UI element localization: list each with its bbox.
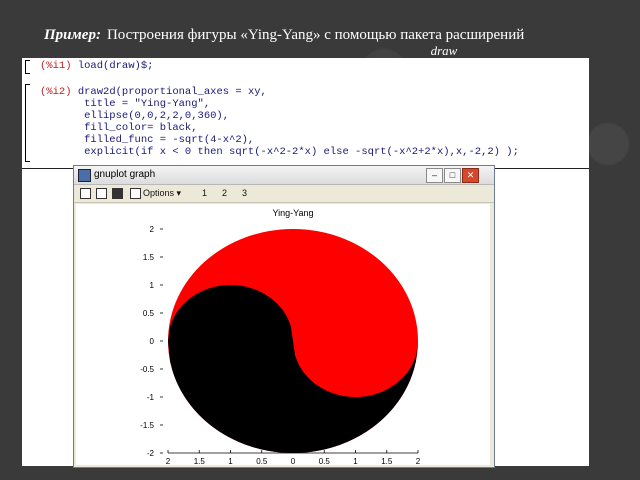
y-tick-label: 1 <box>150 281 155 290</box>
input-line-1[interactable]: (%i1) load(draw)$; <box>40 60 154 73</box>
code-line-1: load(draw)$; <box>71 60 154 72</box>
plot-area: Ying-Yang 2 1.5 1 0.5 0 -0.5 -1 -1.5 -2 2 1.5 1 0.5 0 0… <box>76 204 490 466</box>
y-tick-label: -1 <box>147 393 155 402</box>
copy-icon[interactable] <box>80 188 91 199</box>
x-tick-label: 1.5 <box>194 457 206 465</box>
prompt-i2: (%i2) <box>40 86 72 98</box>
x-tick-label: 0.5 <box>256 457 268 465</box>
ying-yang-chart: Ying-Yang 2 1.5 1 0.5 0 -0.5 -1 -1.5 -2 2 1.5 1 0.5 0 0… <box>140 208 421 466</box>
x-tick-label: 2 <box>416 457 421 465</box>
title-prefix: Пример: <box>44 27 101 43</box>
x-tick-label: 1.5 <box>381 457 393 465</box>
code-line-2: draw2d(proportional_axes = xy, <box>71 86 267 98</box>
toolbar-item-3[interactable]: 3 <box>242 187 247 199</box>
code-area: (%i1) load(draw)$; (%i2) draw2d(proporti… <box>22 58 589 166</box>
code-line-5[interactable]: fill_color= black, <box>40 122 197 135</box>
options-menu[interactable]: Options ▾ <box>143 187 181 199</box>
x-tick-label: 0 <box>291 457 296 465</box>
y-tick-label: -1.5 <box>140 421 154 430</box>
y-tick-label: 0 <box>150 337 155 346</box>
code-line-3[interactable]: title = "Ying-Yang", <box>40 98 210 111</box>
minimize-button[interactable]: – <box>426 168 443 183</box>
y-tick-label: 1.5 <box>143 253 155 262</box>
code-line-7[interactable]: explicit(if x < 0 then sqrt(-x^2-2*x) el… <box>40 146 519 159</box>
save-icon[interactable] <box>112 188 123 199</box>
chart-title: Ying-Yang <box>272 208 313 218</box>
x-tick-label: 0.5 <box>319 457 331 465</box>
close-button[interactable]: ✕ <box>462 168 479 183</box>
input-line-2[interactable]: (%i2) draw2d(proportional_axes = xy, <box>40 86 267 99</box>
prompt-i1: (%i1) <box>40 60 72 72</box>
slide-title: Пример: Построения фигуры «Ying-Yang» с п… <box>44 26 624 60</box>
x-tick-label: 1 <box>228 457 233 465</box>
y-tick-label: 0.5 <box>143 309 155 318</box>
window-toolbar: Options ▾ 1 2 3 <box>74 185 494 203</box>
x-tick-label: 1 <box>353 457 358 465</box>
maximize-button[interactable]: □ <box>444 168 461 183</box>
window-titlebar[interactable]: gnuplot graph – □ ✕ <box>74 166 494 185</box>
y-tick-label: -2 <box>147 449 155 458</box>
print-icon[interactable] <box>96 188 107 199</box>
gnuplot-window[interactable]: gnuplot graph – □ ✕ Options ▾ 1 2 3 Ying… <box>73 165 495 468</box>
cell-bracket-1[interactable] <box>25 60 30 74</box>
x-tick-label: 2 <box>166 457 171 465</box>
toolbar-item-1[interactable]: 1 <box>202 187 207 199</box>
gnuplot-app-icon <box>78 169 91 182</box>
y-tick-label: 2 <box>150 225 155 234</box>
cell-bracket-2[interactable] <box>25 84 30 162</box>
y-tick-label: -0.5 <box>140 365 154 374</box>
code-line-4[interactable]: ellipse(0,0,2,2,0,360), <box>40 110 229 123</box>
options-icon[interactable] <box>130 188 141 199</box>
window-title: gnuplot graph <box>94 169 156 180</box>
title-text: Построения фигуры «Ying-Yang» с помощью … <box>106 27 525 43</box>
toolbar-item-2[interactable]: 2 <box>222 187 227 199</box>
code-line-6[interactable]: filled_func = -sqrt(4-x^2), <box>40 134 254 147</box>
